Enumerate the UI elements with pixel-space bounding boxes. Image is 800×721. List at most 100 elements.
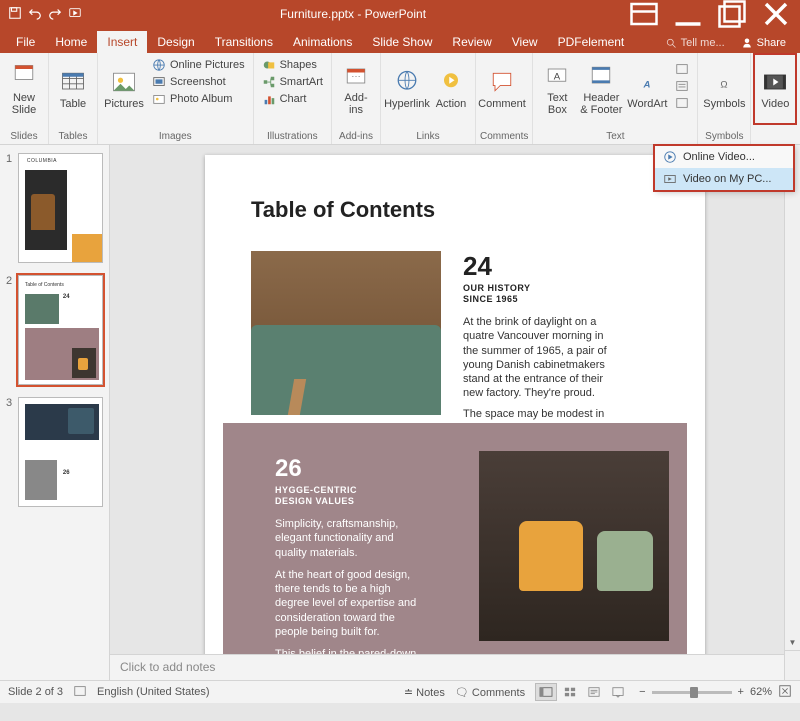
notes-toggle[interactable]: ≐ Notes	[404, 686, 445, 699]
video-button[interactable]: Video	[755, 55, 795, 123]
vertical-scrollbar[interactable]: ▲ ▼	[784, 145, 800, 680]
table-button[interactable]: Table	[53, 55, 93, 123]
reading-view-icon[interactable]	[583, 683, 605, 701]
action-button[interactable]: Action	[431, 55, 471, 123]
tab-transitions[interactable]: Transitions	[205, 31, 283, 53]
title-bar: Furniture.pptx - PowerPoint	[0, 0, 800, 28]
shapes-button[interactable]: Shapes	[258, 57, 327, 73]
restore-icon[interactable]	[712, 0, 752, 28]
slideshow-view-icon[interactable]	[607, 683, 629, 701]
video-on-my-pc-menu-item[interactable]: Video on My PC...	[655, 168, 793, 190]
language-indicator[interactable]: English (United States)	[97, 686, 210, 698]
share-button[interactable]: Share	[733, 33, 794, 53]
tab-view[interactable]: View	[502, 31, 548, 53]
slide-canvas-area: Table of Contents 24 OUR HISTORY SINCE 1…	[110, 145, 800, 680]
tab-pdfelement[interactable]: PDFelement	[548, 31, 635, 53]
notes-pane[interactable]: Click to add notes	[110, 654, 800, 680]
chair-image	[479, 451, 669, 641]
start-from-beginning-icon[interactable]	[68, 6, 82, 23]
text-more-1[interactable]	[671, 61, 693, 77]
comment-button[interactable]: Comment	[480, 55, 524, 123]
slide-title: Table of Contents	[251, 197, 435, 223]
group-label: Comments	[480, 129, 528, 144]
group-links: Hyperlink Action Links	[381, 53, 476, 144]
wordart-button[interactable]: AWordArt	[625, 55, 669, 123]
tab-animations[interactable]: Animations	[283, 31, 362, 53]
zoom-out-icon[interactable]: −	[639, 686, 645, 698]
close-icon[interactable]	[756, 0, 796, 28]
toc-number-26: 26	[275, 455, 302, 483]
status-bar: Slide 2 of 3 English (United States) ≐ N…	[0, 680, 800, 703]
slide-sorter-icon[interactable]	[559, 683, 581, 701]
tab-design[interactable]: Design	[147, 31, 204, 53]
hyperlink-button[interactable]: Hyperlink	[385, 55, 429, 123]
slide-thumbnail-1[interactable]: COLUMBIA	[18, 153, 103, 263]
toc-heading-24: OUR HISTORY SINCE 1965	[463, 283, 531, 305]
group-tables: Table Tables	[49, 53, 98, 144]
zoom-control: − + 62%	[639, 684, 792, 701]
tell-me-label: Tell me...	[681, 37, 725, 49]
slide-thumbnail-3[interactable]: 26	[18, 397, 103, 507]
addins-button[interactable]: ⋯Add- ins	[336, 55, 376, 123]
minimize-icon[interactable]	[668, 0, 708, 28]
quick-access-toolbar	[4, 6, 82, 23]
symbols-button[interactable]: ΩSymbols	[702, 55, 746, 123]
share-label: Share	[757, 37, 786, 49]
online-pictures-button[interactable]: Online Pictures	[148, 57, 249, 73]
group-slides: New Slide Slides	[0, 53, 49, 144]
zoom-in-icon[interactable]: +	[738, 686, 744, 698]
tab-file[interactable]: File	[6, 31, 45, 53]
thumb-number: 1	[6, 153, 14, 263]
group-addins: ⋯Add- ins Add-ins	[332, 53, 381, 144]
group-label: Illustrations	[258, 129, 327, 144]
slide-thumbnail-2[interactable]: Table of Contents 24	[18, 275, 103, 385]
undo-icon[interactable]	[28, 6, 42, 23]
tab-slideshow[interactable]: Slide Show	[362, 31, 442, 53]
slide-indicator[interactable]: Slide 2 of 3	[8, 686, 63, 698]
slide-canvas[interactable]: Table of Contents 24 OUR HISTORY SINCE 1…	[205, 155, 705, 654]
group-illustrations: Shapes SmartArt Chart Illustrations	[254, 53, 332, 144]
new-slide-button[interactable]: New Slide	[4, 55, 44, 123]
zoom-slider[interactable]	[652, 691, 732, 694]
ribbon: New Slide Slides Table Tables Pictures O…	[0, 53, 800, 145]
tell-me-search[interactable]: Tell me...	[657, 33, 733, 53]
group-label: Media	[755, 129, 800, 144]
tab-review[interactable]: Review	[442, 31, 501, 53]
view-buttons	[535, 683, 629, 701]
scroll-down-icon[interactable]: ▼	[785, 634, 800, 650]
smartart-button[interactable]: SmartArt	[258, 74, 327, 90]
ribbon-options-icon[interactable]	[624, 0, 664, 28]
pictures-button[interactable]: Pictures	[102, 55, 146, 123]
slide-thumbnail-panel: 1 COLUMBIA 2 Table of Contents 24 3 26	[0, 145, 110, 680]
window-controls	[624, 0, 796, 28]
video-dropdown-menu: Online Video... Video on My PC...	[654, 145, 794, 191]
text-box-button[interactable]: AText Box	[537, 55, 577, 123]
group-label: Slides	[4, 129, 44, 144]
header-footer-button[interactable]: Header & Footer	[579, 55, 623, 123]
tab-home[interactable]: Home	[45, 31, 97, 53]
group-media: Video Audio Screen Recording Media	[751, 53, 800, 144]
group-label: Symbols	[702, 129, 746, 144]
normal-view-icon[interactable]	[535, 683, 557, 701]
group-comments: Comment Comments	[476, 53, 533, 144]
group-label: Images	[102, 129, 249, 144]
slide-nav-buttons[interactable]	[785, 650, 800, 680]
save-icon[interactable]	[8, 6, 22, 23]
zoom-percent[interactable]: 62%	[750, 686, 772, 698]
redo-icon[interactable]	[48, 6, 62, 23]
group-symbols: ΩSymbols Symbols	[698, 53, 751, 144]
text-more-3[interactable]	[671, 95, 693, 111]
fit-to-window-icon[interactable]	[778, 684, 792, 701]
group-text: AText Box Header & Footer AWordArt Text	[533, 53, 698, 144]
screenshot-button[interactable]: Screenshot	[148, 74, 249, 90]
text-more-2[interactable]	[671, 78, 693, 94]
online-video-menu-item[interactable]: Online Video...	[655, 146, 793, 168]
tab-insert[interactable]: Insert	[97, 31, 147, 53]
chart-button[interactable]: Chart	[258, 91, 327, 107]
spell-check-icon[interactable]	[73, 684, 87, 701]
comments-toggle[interactable]: 🗨 Comments	[455, 686, 525, 699]
group-label: Text	[537, 129, 693, 144]
photo-album-button[interactable]: Photo Album	[148, 91, 249, 107]
group-label: Tables	[53, 129, 93, 144]
group-images: Pictures Online Pictures Screenshot Phot…	[98, 53, 254, 144]
